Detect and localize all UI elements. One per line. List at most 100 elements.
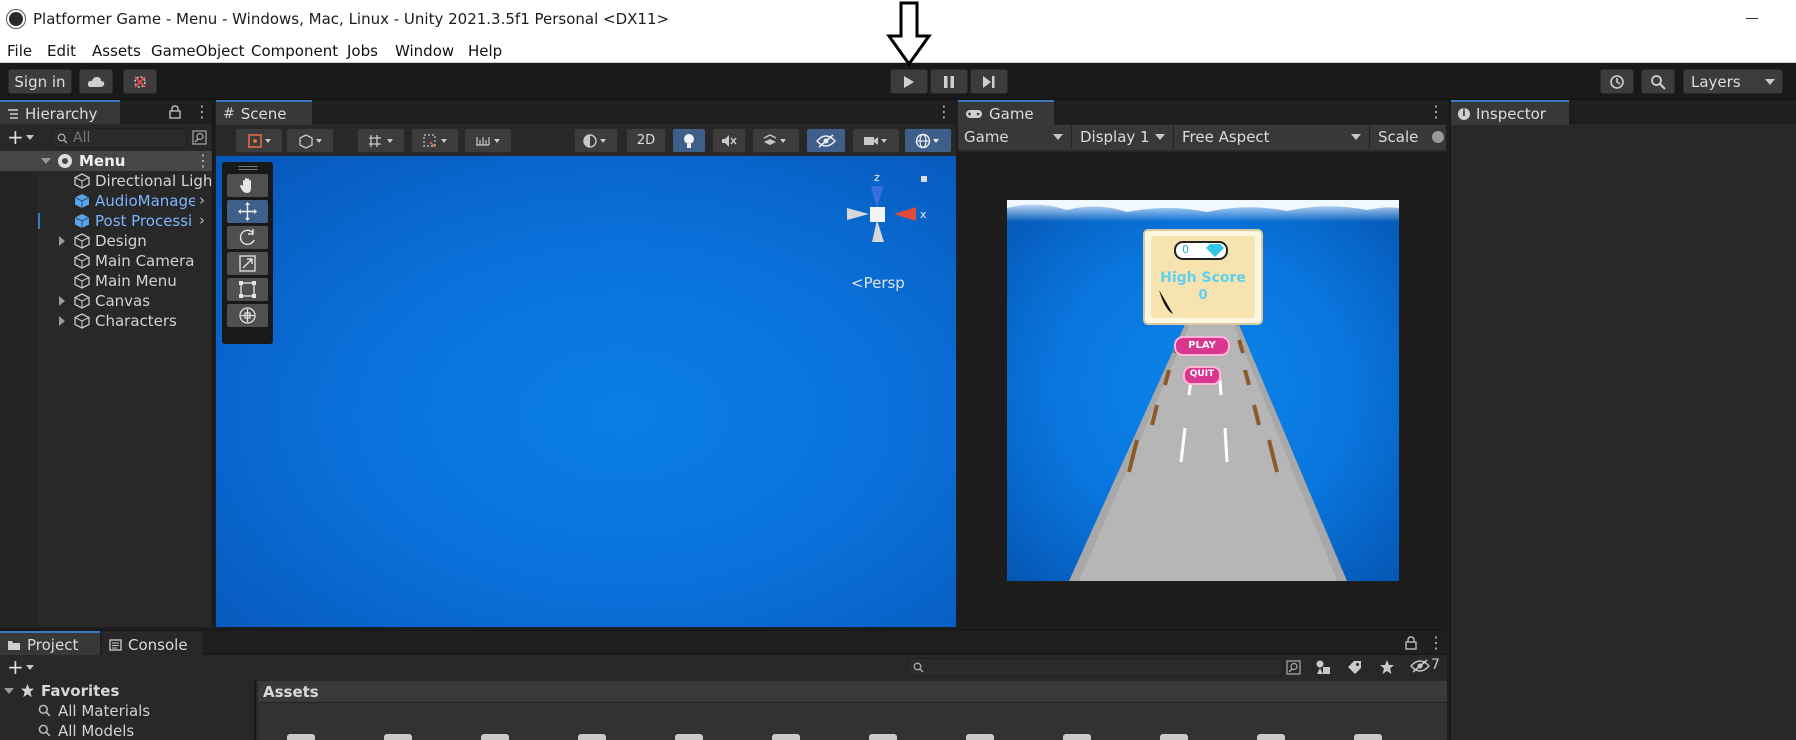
increment-snap-button[interactable]	[411, 128, 459, 153]
shading-mode-button[interactable]	[574, 128, 618, 153]
asset-thumbnail[interactable]	[869, 734, 897, 740]
scene-menu-icon[interactable]	[195, 151, 211, 170]
menu-component[interactable]: Component	[251, 42, 338, 60]
rotate-tool-button[interactable]	[227, 226, 268, 249]
asset-thumbnail[interactable]	[1257, 734, 1285, 740]
tab-game[interactable]: Game	[958, 100, 1054, 125]
grid-snap-button[interactable]	[357, 128, 405, 153]
star-icon[interactable]	[1379, 659, 1395, 675]
game-quit-button[interactable]: QUIT	[1184, 369, 1220, 379]
display-dropdown[interactable]: Display 1	[1074, 125, 1174, 149]
scene-viewport[interactable]: z x <Persp	[216, 156, 956, 627]
rect-tool-button[interactable]	[227, 278, 268, 301]
asset-thumbnail[interactable]	[1063, 734, 1091, 740]
tab-hierarchy[interactable]: Hierarchy	[0, 100, 120, 125]
menu-assets[interactable]: Assets	[92, 42, 141, 60]
hierarchy-item[interactable]: Canvas	[0, 291, 212, 311]
game-play-button[interactable]: PLAY	[1175, 340, 1229, 351]
favorites-row[interactable]: Favorites	[0, 681, 254, 701]
project-search-input[interactable]	[907, 658, 1283, 677]
hierarchy-item[interactable]: Directional Light	[0, 171, 213, 191]
search-options-icon[interactable]	[1286, 660, 1301, 675]
tag-icon[interactable]	[1347, 660, 1362, 675]
scale-tool-button[interactable]	[227, 252, 268, 275]
expand-arrow-icon[interactable]	[59, 236, 65, 246]
hierarchy-item[interactable]: Design	[0, 231, 212, 251]
hierarchy-menu-icon[interactable]	[194, 102, 210, 121]
asset-thumbnail[interactable]	[1160, 734, 1188, 740]
assets-header[interactable]: Assets	[263, 683, 319, 701]
menu-gameobject[interactable]: GameObject	[151, 42, 245, 60]
move-tool-button[interactable]	[227, 200, 268, 223]
create-button[interactable]: +	[5, 125, 37, 149]
menu-edit[interactable]: Edit	[47, 42, 76, 60]
asset-thumbnail[interactable]	[966, 734, 994, 740]
pause-button[interactable]	[930, 69, 968, 94]
scene-menu-icon[interactable]	[936, 102, 952, 121]
tab-scene[interactable]: # Scene	[216, 100, 312, 125]
history-button[interactable]	[1600, 69, 1634, 94]
favorite-item[interactable]: All Models	[0, 721, 254, 740]
lighting-button[interactable]	[672, 128, 706, 153]
audio-button[interactable]	[712, 128, 746, 153]
tab-inspector[interactable]: i Inspector	[1451, 100, 1569, 125]
asset-thumbnail[interactable]	[578, 734, 606, 740]
view-tool-button[interactable]	[227, 174, 268, 197]
hierarchy-search-input[interactable]: All	[51, 128, 187, 148]
chevron-right-icon[interactable]: ›	[199, 191, 205, 209]
asset-thumbnail[interactable]	[481, 734, 509, 740]
layers-dropdown[interactable]: Layers	[1683, 69, 1783, 94]
expand-arrow-icon[interactable]	[59, 296, 65, 306]
asset-thumbnail[interactable]	[1354, 734, 1382, 740]
hierarchy-item[interactable]: Main Menu	[0, 271, 212, 291]
lock-icon[interactable]	[169, 105, 181, 119]
cloud-button[interactable]	[79, 69, 113, 94]
tab-project[interactable]: Project	[0, 631, 100, 656]
menu-file[interactable]: File	[7, 42, 32, 60]
lock-icon[interactable]	[1405, 636, 1417, 650]
filter-by-type-icon[interactable]	[1315, 659, 1332, 676]
asset-thumbnail[interactable]	[287, 734, 315, 740]
hierarchy-item[interactable]: AudioManage ›	[0, 191, 212, 211]
hierarchy-scene-root[interactable]: Menu	[0, 151, 212, 171]
collab-button[interactable]	[123, 69, 157, 94]
menu-help[interactable]: Help	[468, 42, 502, 60]
project-menu-icon[interactable]	[1428, 633, 1444, 652]
step-button[interactable]	[970, 69, 1008, 94]
drag-handle-icon[interactable]	[238, 166, 258, 167]
minimize-button[interactable]	[1742, 8, 1762, 28]
favorite-item[interactable]: All Materials	[0, 701, 254, 721]
camera-button[interactable]	[852, 128, 900, 153]
transform-tool-button[interactable]	[227, 304, 268, 327]
play-button[interactable]	[890, 69, 928, 94]
tool-handle-button[interactable]	[235, 128, 283, 153]
tab-console[interactable]: Console	[102, 631, 202, 656]
effects-button[interactable]	[752, 128, 800, 153]
search-options-icon[interactable]	[192, 130, 207, 145]
search-button[interactable]	[1641, 69, 1675, 94]
game-menu-icon[interactable]	[1428, 102, 1444, 121]
aspect-dropdown[interactable]: Free Aspect	[1176, 125, 1370, 149]
menu-window[interactable]: Window	[395, 42, 454, 60]
expand-arrow-icon[interactable]	[59, 316, 65, 326]
asset-thumbnail[interactable]	[675, 734, 703, 740]
ruler-button[interactable]	[464, 128, 512, 153]
sign-in-button[interactable]: Sign in	[8, 69, 72, 94]
mode-2d-button[interactable]: 2D	[626, 128, 666, 153]
hierarchy-item[interactable]: Post Processi ›	[0, 211, 212, 231]
hierarchy-item[interactable]: Characters	[0, 311, 212, 331]
gizmos-button[interactable]	[904, 128, 952, 153]
asset-thumbnail[interactable]	[384, 734, 412, 740]
hidden-packages-toggle[interactable]: 7	[1410, 657, 1446, 677]
asset-thumbnail[interactable]	[772, 734, 800, 740]
scale-slider[interactable]: Scale	[1372, 125, 1446, 149]
game-mode-dropdown[interactable]: Game	[958, 125, 1072, 149]
hierarchy-item[interactable]: Main Camera	[0, 251, 212, 271]
chevron-right-icon[interactable]: ›	[199, 211, 205, 229]
hidden-objects-button[interactable]	[806, 128, 846, 153]
create-asset-button[interactable]: +	[5, 655, 37, 679]
pivot-button[interactable]	[286, 128, 334, 153]
game-render[interactable]: 0 High Score 0 PLAY QUIT	[1007, 200, 1399, 581]
menu-jobs[interactable]: Jobs	[347, 42, 378, 60]
scene-orientation-gizmo[interactable]: z x	[836, 170, 936, 290]
